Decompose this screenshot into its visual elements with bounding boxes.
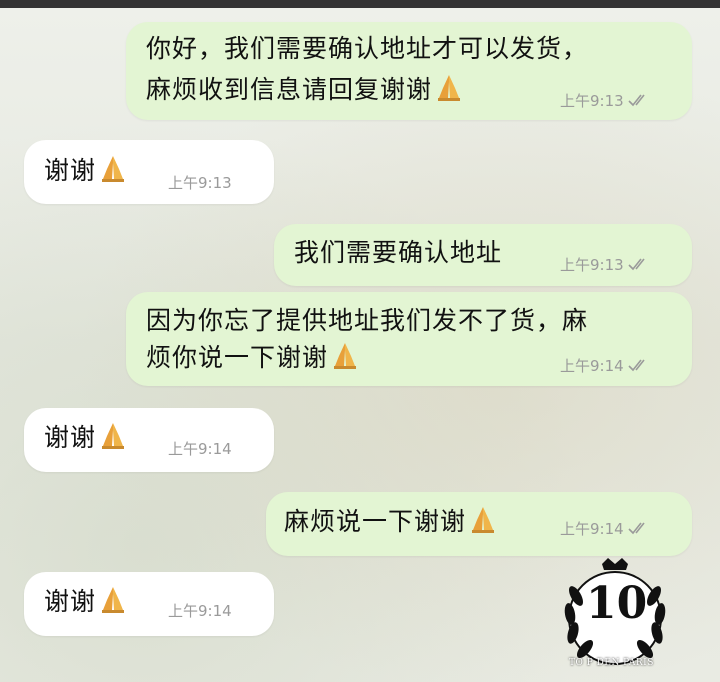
read-check-icon (628, 522, 645, 535)
message-text: 你好，我们需要确认地址才可以发货， (146, 34, 589, 63)
message-time: 上午9:13 (168, 174, 232, 192)
status-strip (0, 0, 720, 8)
message-text: 因为你忘了提供地址我们发不了货，麻 (146, 306, 589, 335)
message-time: 上午9:13 (560, 256, 624, 274)
message-text: 烦你说一下谢谢 (146, 340, 360, 376)
read-check-icon (628, 94, 645, 107)
message-text: 谢谢 (44, 420, 128, 456)
folded-hands-icon (102, 156, 125, 182)
message-meta: 上午9:14 (560, 355, 650, 376)
message-time: 上午9:14 (560, 520, 624, 538)
message-text: 谢谢 (44, 584, 128, 620)
message-meta: 上午9:13 (560, 254, 650, 275)
folded-hands-icon (438, 75, 461, 101)
emblem-number: 10 (586, 578, 648, 629)
read-check-icon (628, 359, 645, 372)
folded-hands-icon (102, 423, 125, 449)
message-meta: 上午9:13 (560, 90, 650, 111)
message-text: 麻烦说一下谢谢 (284, 504, 498, 540)
message-meta: 上午9:14 (560, 518, 650, 539)
read-check-icon (628, 258, 645, 271)
message-time: 上午9:14 (560, 357, 624, 375)
folded-hands-icon (334, 343, 357, 369)
folded-hands-icon (472, 507, 495, 533)
emblem-caption: TO P DEN PARIS (569, 658, 654, 668)
message-time: 上午9:14 (168, 602, 232, 620)
message-text: 我们需要确认地址 (294, 238, 503, 267)
message-text: 谢谢 (44, 153, 128, 189)
message-text: 麻烦收到信息请回复谢谢 (146, 72, 464, 108)
message-time: 上午9:13 (560, 92, 624, 110)
message-time: 上午9:14 (168, 440, 232, 458)
folded-hands-icon (102, 587, 125, 613)
